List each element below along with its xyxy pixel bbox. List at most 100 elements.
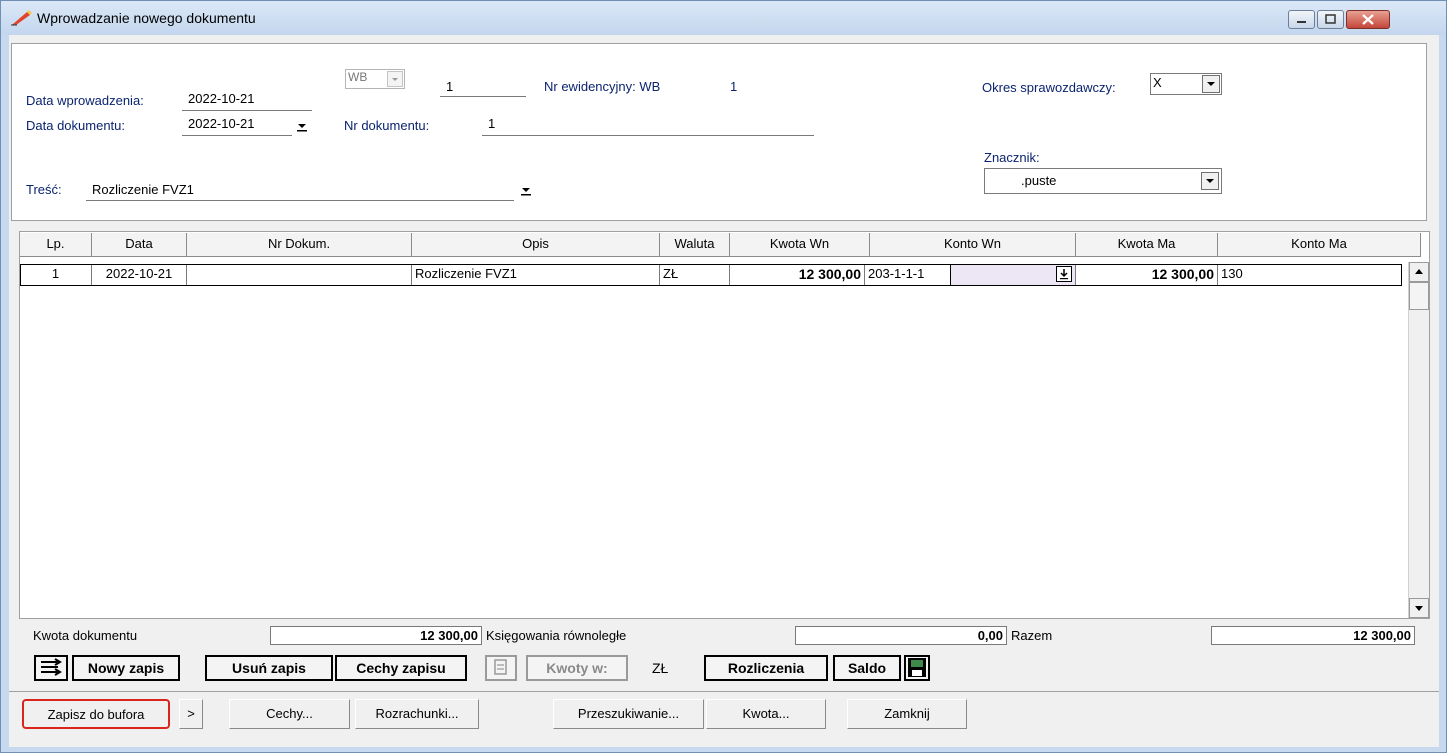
save-button[interactable]	[904, 655, 930, 681]
nr-dokumentu-label: Nr dokumentu:	[344, 118, 430, 133]
scroll-down-button[interactable]	[1409, 598, 1429, 618]
ksiegowania-label: Księgowania równoległe	[486, 628, 627, 643]
znacznik-select-arrow[interactable]	[1201, 172, 1219, 190]
saldo-button[interactable]: Saldo	[833, 655, 901, 681]
zapisz-do-bufora-button[interactable]: Zapisz do bufora	[22, 699, 170, 729]
kwoty-w-button[interactable]: Kwoty w:	[526, 655, 628, 681]
minimize-icon	[1297, 21, 1306, 23]
col-header-konto-wn[interactable]: Konto Wn	[870, 233, 1076, 257]
usun-zapis-button[interactable]: Usuń zapis	[205, 655, 333, 681]
dropdown-arrow-icon	[521, 188, 531, 196]
dropdown-arrow-icon	[1207, 82, 1215, 86]
data-dokumentu-label: Data dokumentu:	[26, 118, 126, 133]
col-header-lp[interactable]: Lp.	[20, 233, 92, 257]
razem-label: Razem	[1011, 628, 1053, 643]
calculator-button[interactable]	[485, 655, 517, 681]
data-wprowadzenia-value[interactable]: 2022-10-21	[188, 91, 255, 106]
okres-value: X	[1153, 75, 1162, 90]
ksiegowania-value: 0,00	[795, 626, 1007, 645]
przeszukiwanie-button[interactable]: Przeszukiwanie...	[553, 699, 704, 729]
grid-vertical-scrollbar[interactable]	[1408, 262, 1429, 618]
close-icon	[1362, 14, 1374, 25]
nr-ewidencyjny-value: 1	[730, 79, 738, 94]
underline	[440, 96, 526, 97]
znacznik-value: .puste	[1021, 173, 1057, 188]
cell-nr-dokum[interactable]	[187, 265, 412, 285]
title-bar: Wprowadzanie nowego dokumentu	[1, 1, 1446, 35]
kwota-dokumentu-value: 12 300,00	[270, 626, 482, 645]
register-number[interactable]: 1	[446, 79, 453, 94]
list-icon	[41, 658, 62, 676]
konto-wn-edit-area[interactable]	[951, 265, 1076, 285]
col-header-data[interactable]: Data	[92, 233, 187, 257]
data-wprowadzenia-label: Data wprowadzenia:	[26, 93, 144, 108]
data-dokumentu-dropdown[interactable]	[294, 119, 310, 135]
cechy-zapisu-button[interactable]: Cechy zapisu	[335, 655, 467, 681]
underline	[182, 135, 292, 136]
rozliczenia-button[interactable]: Rozliczenia	[704, 655, 828, 681]
razem-value: 12 300,00	[1211, 626, 1415, 645]
cell-opis[interactable]: Rozliczenie FVZ1	[412, 265, 660, 285]
tresc-value[interactable]: Rozliczenie FVZ1	[92, 182, 194, 197]
dialog-client: Data wprowadzenia: 2022-10-21 Data dokum…	[9, 35, 1439, 747]
cell-waluta[interactable]: ZŁ	[660, 265, 730, 285]
col-header-waluta[interactable]: Waluta	[660, 233, 730, 257]
scroll-up-button[interactable]	[1409, 262, 1429, 282]
maximize-icon	[1325, 14, 1336, 24]
document-header-panel: Data wprowadzenia: 2022-10-21 Data dokum…	[11, 43, 1427, 221]
kwota-dokumentu-label: Kwota dokumentu	[33, 628, 138, 643]
main-window: Wprowadzanie nowego dokumentu Data wprow…	[0, 0, 1447, 753]
kwota-button[interactable]: Kwota...	[706, 699, 826, 729]
tresc-dropdown[interactable]	[518, 183, 534, 199]
calculator-icon	[494, 659, 507, 675]
konto-wn-lookup-button[interactable]	[1056, 266, 1072, 282]
maximize-button[interactable]	[1317, 10, 1344, 29]
nr-dokumentu-value[interactable]: 1	[488, 116, 495, 131]
col-header-kwota-wn[interactable]: Kwota Wn	[730, 233, 870, 257]
underline	[182, 110, 312, 111]
scroll-up-icon	[1415, 269, 1423, 274]
register-select-value: WB	[348, 70, 368, 84]
divider	[9, 691, 1439, 692]
rozrachunki-button[interactable]: Rozrachunki...	[355, 699, 479, 729]
col-header-opis[interactable]: Opis	[412, 233, 660, 257]
dropdown-arrow-icon	[297, 124, 307, 132]
znacznik-select[interactable]: .puste	[984, 168, 1222, 194]
data-dokumentu-value[interactable]: 2022-10-21	[188, 116, 255, 131]
cell-lp[interactable]: 1	[20, 265, 92, 285]
col-header-konto-ma[interactable]: Konto Ma	[1218, 233, 1421, 257]
register-select-arrow[interactable]	[387, 71, 403, 87]
scroll-down-icon	[1415, 606, 1423, 611]
minimize-button[interactable]	[1288, 10, 1315, 29]
close-button[interactable]	[1346, 10, 1390, 29]
window-title: Wprowadzanie nowego dokumentu	[37, 10, 256, 26]
col-header-kwota-ma[interactable]: Kwota Ma	[1076, 233, 1218, 257]
okres-select-arrow[interactable]	[1202, 75, 1220, 93]
underline	[482, 135, 814, 136]
dropdown-arrow-icon	[392, 78, 398, 81]
cell-data[interactable]: 2022-10-21	[92, 265, 187, 285]
register-select[interactable]: WB	[345, 69, 405, 89]
more-button[interactable]: >	[179, 699, 203, 729]
dropdown-arrow-icon	[1206, 179, 1214, 183]
cell-konto-wn[interactable]: 203-1-1-1	[865, 265, 951, 285]
save-icon	[908, 658, 926, 677]
nowy-zapis-button[interactable]: Nowy zapis	[72, 655, 180, 681]
tresc-label: Treść:	[26, 182, 62, 197]
currency-label: ZŁ	[652, 660, 669, 676]
okres-label: Okres sprawozdawczy:	[982, 80, 1116, 95]
cell-kwota-wn[interactable]: 12 300,00	[730, 265, 865, 285]
cell-kwota-ma[interactable]: 12 300,00	[1076, 265, 1218, 285]
cell-konto-ma[interactable]: 130	[1218, 265, 1402, 285]
cechy-button[interactable]: Cechy...	[229, 699, 350, 729]
col-header-nr-dokum[interactable]: Nr Dokum.	[187, 233, 412, 257]
underline	[86, 200, 514, 201]
nr-ewidencyjny-label: Nr ewidencyjny: WB	[544, 79, 661, 94]
znacznik-label: Znacznik:	[984, 150, 1040, 165]
pen-icon	[11, 10, 32, 26]
list-button[interactable]	[34, 655, 68, 681]
entries-grid: Lp. Data Nr Dokum. Opis Waluta Kwota Wn …	[19, 231, 1430, 619]
scroll-thumb[interactable]	[1409, 282, 1429, 310]
zamknij-button[interactable]: Zamknij	[847, 699, 967, 729]
okres-select[interactable]: X	[1150, 73, 1222, 95]
